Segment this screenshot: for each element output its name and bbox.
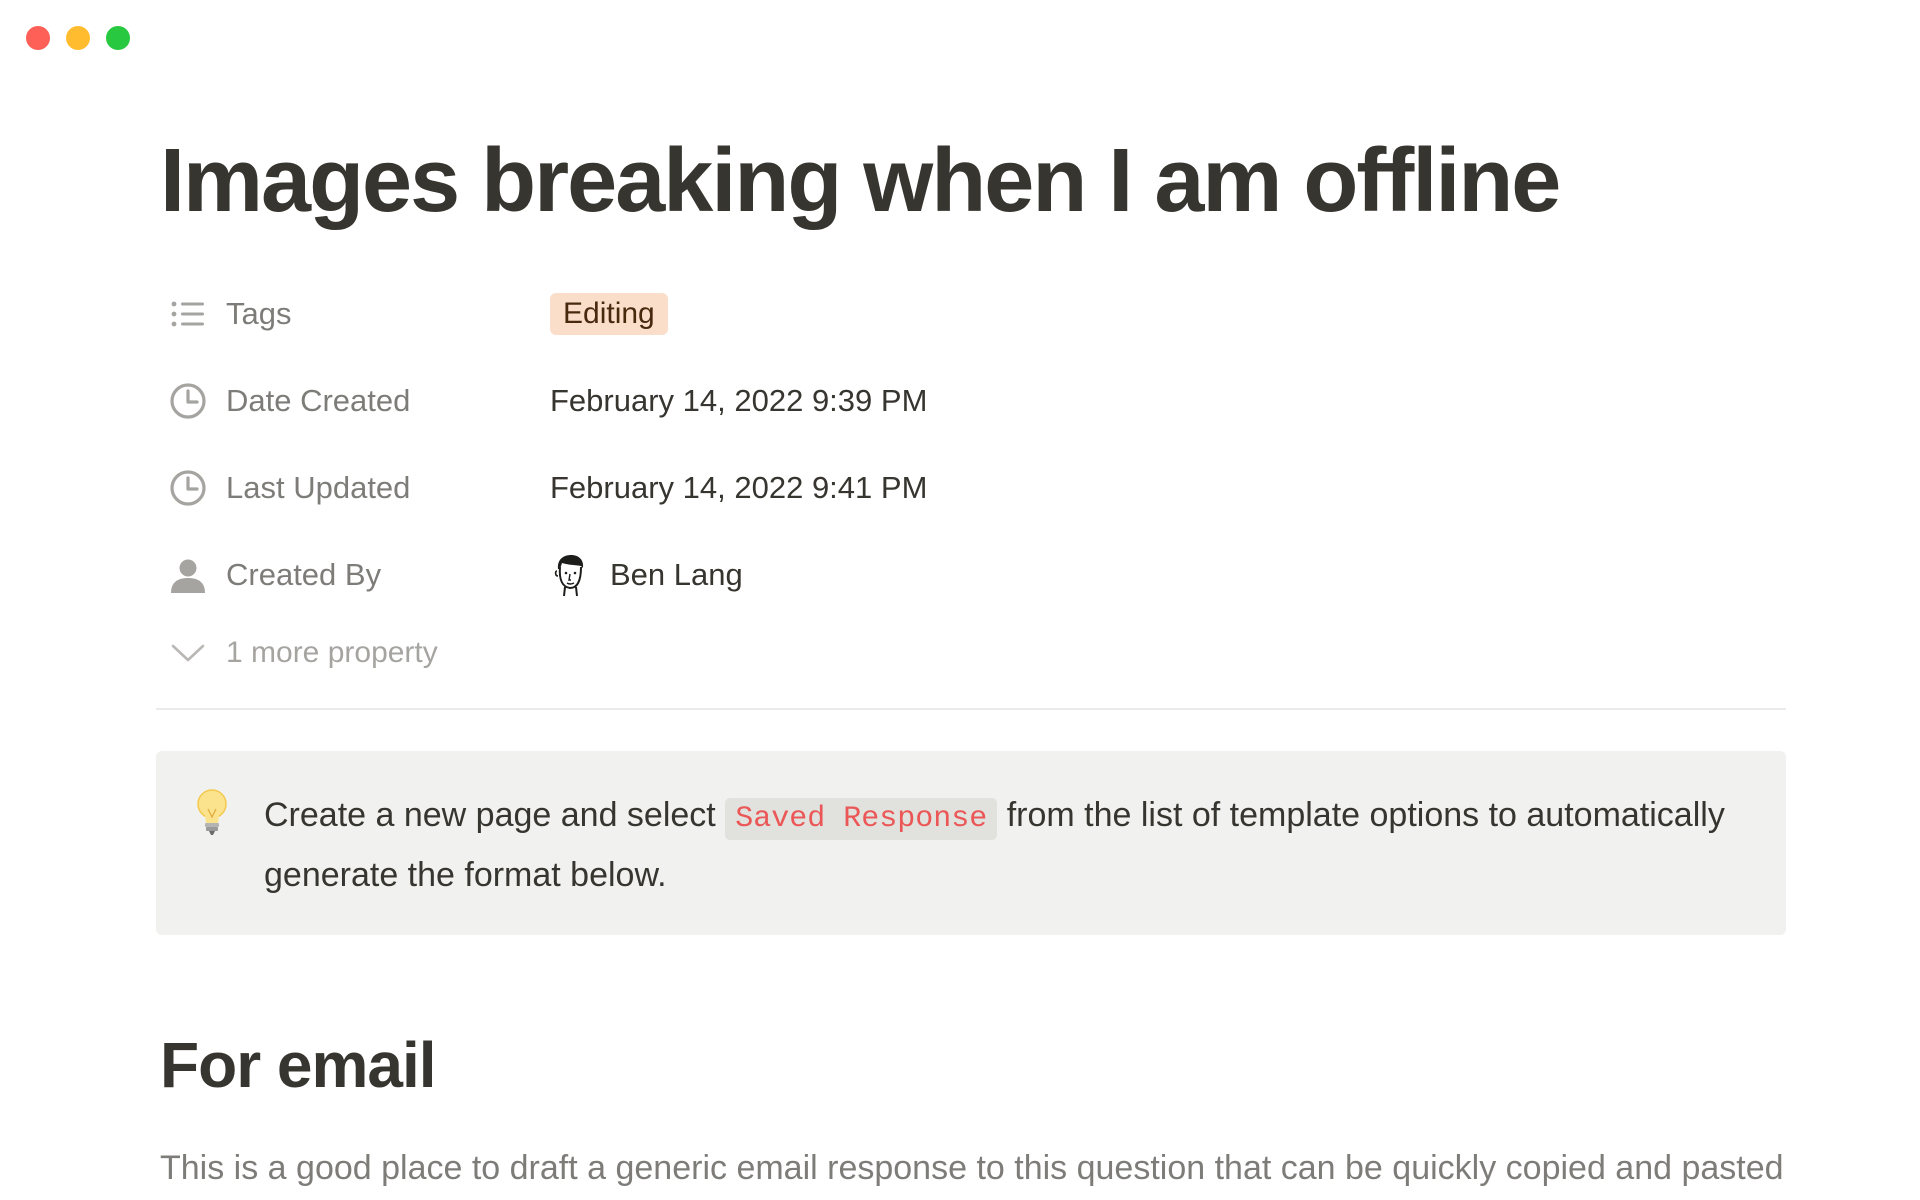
properties-panel: Tags Editing Date Created February 14, 2… bbox=[156, 270, 1786, 688]
inline-code: Saved Response bbox=[725, 798, 998, 840]
tag-chip[interactable]: Editing bbox=[550, 292, 668, 335]
property-created-by[interactable]: Created By Ben Lang bbox=[156, 531, 1786, 618]
property-value[interactable]: Ben Lang bbox=[550, 553, 743, 597]
person-name: Ben Lang bbox=[610, 556, 743, 592]
maximize-window-button[interactable] bbox=[106, 26, 130, 50]
clock-icon bbox=[168, 381, 208, 421]
list-icon bbox=[168, 294, 208, 334]
section-heading[interactable]: For email bbox=[160, 1028, 437, 1102]
property-name[interactable]: Last Updated bbox=[156, 468, 550, 508]
callout-text-before: Create a new page and select bbox=[264, 796, 726, 834]
avatar bbox=[550, 553, 590, 597]
property-name[interactable]: Date Created bbox=[156, 381, 550, 421]
more-properties-toggle[interactable]: 1 more property bbox=[156, 618, 1786, 688]
property-name[interactable]: Created By bbox=[156, 555, 550, 595]
app-window: Images breaking when I am offline Tags E… bbox=[0, 0, 1920, 1200]
property-label: Created By bbox=[226, 556, 382, 592]
minimize-window-button[interactable] bbox=[66, 26, 90, 50]
property-label: Tags bbox=[226, 295, 292, 331]
more-properties-label: 1 more property bbox=[226, 636, 438, 669]
property-tags[interactable]: Tags Editing bbox=[156, 270, 1786, 357]
window-controls bbox=[26, 26, 130, 50]
callout-block[interactable]: Create a new page and select Saved Respo… bbox=[156, 751, 1786, 935]
property-name[interactable]: Tags bbox=[156, 294, 550, 334]
property-date-created[interactable]: Date Created February 14, 2022 9:39 PM bbox=[156, 357, 1786, 444]
page-title[interactable]: Images breaking when I am offline bbox=[160, 126, 1561, 236]
lightbulb-icon[interactable] bbox=[192, 787, 232, 837]
property-label: Date Created bbox=[226, 382, 411, 418]
property-value[interactable]: Editing bbox=[550, 292, 668, 335]
callout-text[interactable]: Create a new page and select Saved Respo… bbox=[264, 787, 1756, 935]
property-last-updated[interactable]: Last Updated February 14, 2022 9:41 PM bbox=[156, 444, 1786, 531]
property-label: Last Updated bbox=[226, 469, 411, 505]
property-value[interactable]: February 14, 2022 9:39 PM bbox=[550, 383, 927, 419]
close-window-button[interactable] bbox=[26, 26, 50, 50]
chevron-down-icon bbox=[168, 633, 208, 673]
person-icon bbox=[168, 555, 208, 595]
clock-icon bbox=[168, 468, 208, 508]
divider bbox=[156, 708, 1786, 710]
property-value[interactable]: February 14, 2022 9:41 PM bbox=[550, 470, 927, 506]
section-body-text[interactable]: This is a good place to draft a generic … bbox=[160, 1140, 1790, 1200]
